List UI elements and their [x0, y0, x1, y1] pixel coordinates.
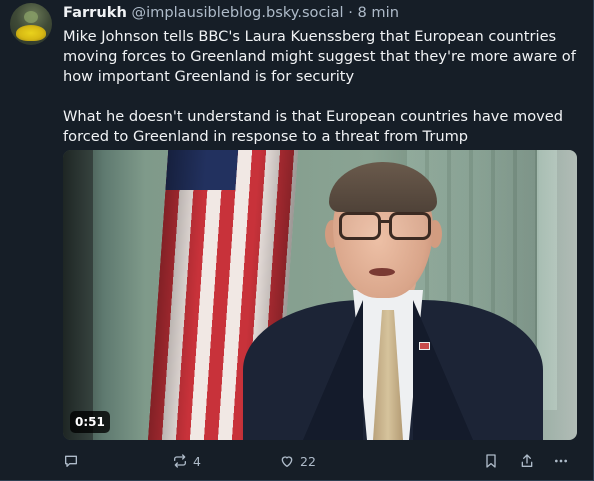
reply-button[interactable]: [63, 451, 79, 471]
post-card[interactable]: Farrukh @implausibleblog.bsky.social · 8…: [0, 0, 594, 481]
share-button[interactable]: [519, 451, 535, 471]
video-player[interactable]: 0:51: [63, 150, 577, 440]
bookmark-button[interactable]: [483, 451, 499, 471]
video-duration: 0:51: [70, 411, 110, 433]
author-display-name[interactable]: Farrukh: [63, 4, 127, 21]
author-handle[interactable]: @implausibleblog.bsky.social: [131, 4, 343, 21]
ellipsis-icon: [553, 453, 569, 469]
speech-bubble-icon: [63, 453, 79, 469]
post-text: Mike Johnson tells BBC's Laura Kuenssber…: [63, 27, 583, 147]
repost-count: 4: [193, 453, 201, 469]
like-count: 22: [300, 453, 316, 469]
glasses: [339, 212, 431, 240]
post-paragraph: Mike Johnson tells BBC's Laura Kuenssber…: [63, 28, 576, 85]
post-paragraph: What he doesn't understand is that Europ…: [63, 108, 564, 145]
repost-button[interactable]: 4: [172, 451, 201, 471]
lapel-pin: [419, 342, 430, 350]
post-time[interactable]: 8 min: [358, 4, 399, 21]
post-header: Farrukh @implausibleblog.bsky.social · 8…: [63, 3, 399, 23]
like-button[interactable]: 22: [279, 451, 316, 471]
more-options-button[interactable]: [553, 451, 569, 471]
separator-dot: ·: [348, 4, 353, 21]
repost-arrows-icon: [172, 453, 188, 469]
post-actions: 4 22: [63, 451, 583, 471]
bookmark-icon: [483, 453, 499, 469]
heart-icon: [279, 453, 295, 469]
avatar[interactable]: [10, 3, 52, 45]
share-icon: [519, 453, 535, 469]
